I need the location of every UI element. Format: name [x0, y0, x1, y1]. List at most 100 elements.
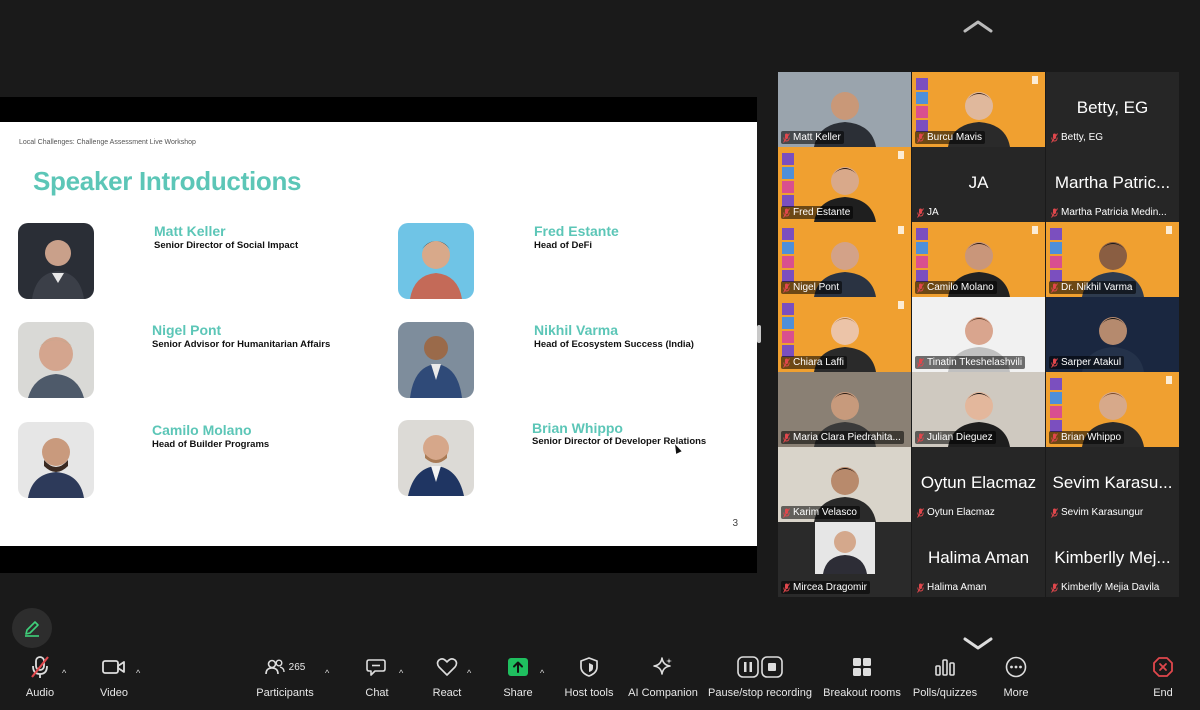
participant-tile[interactable]: Karim Velasco — [778, 447, 911, 522]
participant-tile[interactable]: Burcu Mavis — [912, 72, 1045, 147]
speaker-photo — [398, 322, 474, 398]
speaker-role: Head of Builder Programs — [152, 439, 270, 450]
participant-gallery: Matt Keller Burcu Mavis Betty, EG Betty, EG… — [778, 72, 1179, 597]
speaker-name: Nikhil Varma — [534, 322, 619, 338]
participant-tile[interactable]: Betty, EG Betty, EG — [1046, 72, 1179, 147]
participant-tile[interactable]: Sevim Karasu... Sevim Karasungur — [1046, 447, 1179, 522]
share-button[interactable]: Share — [503, 652, 533, 710]
pause-stop-recording-button[interactable]: Pause/stop recording — [708, 652, 812, 710]
participants-button[interactable]: 265 Participants — [255, 652, 315, 710]
host-tools-button[interactable]: Host tools — [563, 652, 615, 710]
microphone-muted-icon — [1051, 282, 1058, 293]
participant-tile[interactable]: Chiara Laffi — [778, 297, 911, 372]
microphone-muted-icon — [783, 507, 790, 518]
scroll-up-icon[interactable] — [962, 18, 994, 34]
react-button[interactable]: React — [432, 652, 462, 710]
participant-name-label: Dr. Nikhil Varma — [1049, 281, 1136, 294]
participant-tile[interactable]: Oytun Elacmaz Oytun Elacmaz — [912, 447, 1045, 522]
react-label: React — [432, 687, 462, 699]
host-tools-label: Host tools — [564, 687, 614, 699]
chat-label: Chat — [365, 687, 389, 699]
polls-quizzes-button[interactable]: Polls/quizzes — [912, 652, 978, 710]
participant-tile[interactable]: Sarper Atakul — [1046, 297, 1179, 372]
ai-companion-button[interactable]: AI Companion — [628, 652, 698, 710]
video-label: Video — [100, 687, 128, 699]
participant-display-name: Sevim Karasu... — [1052, 473, 1173, 492]
microphone-muted-icon — [917, 507, 924, 518]
breakout-rooms-button[interactable]: Breakout rooms — [823, 652, 901, 710]
participant-tile[interactable]: Dr. Nikhil Varma — [1046, 222, 1179, 297]
split-resize-handle[interactable] — [757, 325, 761, 343]
audio-button[interactable]: Audio — [22, 652, 58, 710]
breakout-rooms-label: Breakout rooms — [823, 687, 901, 699]
meeting-window: Local Challenges: Challenge Assessment L… — [0, 0, 1200, 710]
share-options-chevron-icon[interactable]: ^ — [540, 668, 544, 678]
participant-tile[interactable]: Nigel Pont — [778, 222, 911, 297]
speaker-photo — [18, 422, 94, 498]
participant-name-label: Fred Estante — [781, 206, 854, 219]
speaker-name: Camilo Molano — [152, 422, 252, 438]
participant-tile[interactable]: Maria Clara Piedrahita... — [778, 372, 911, 447]
chat-bubble-icon — [366, 659, 386, 676]
participant-name: Betty, EG — [1061, 132, 1104, 143]
participant-tile[interactable]: Halima Aman Halima Aman — [912, 522, 1045, 597]
participant-display-name: Kimberlly Mej... — [1054, 548, 1171, 567]
participant-tile[interactable]: Martha Patric... Martha Patricia Medin... — [1046, 147, 1179, 222]
more-button[interactable]: More — [1000, 652, 1032, 710]
microphone-muted-icon — [1051, 432, 1058, 443]
participant-tile[interactable]: Tinatin Tkeshelashvili — [912, 297, 1045, 372]
participant-name-label: Julian Dieguez — [915, 431, 996, 444]
video-camera-icon — [102, 660, 125, 674]
participant-name: Oytun Elacmaz — [927, 507, 995, 518]
microphone-muted-icon — [917, 582, 924, 593]
participant-tile[interactable]: Kimberlly Mej... Kimberlly Mejia Davila — [1046, 522, 1179, 597]
participant-tile[interactable]: Julian Dieguez — [912, 372, 1045, 447]
participant-tile[interactable]: JA JA — [912, 147, 1045, 222]
speaker-role: Head of DeFi — [534, 240, 593, 251]
ai-companion-label: AI Companion — [628, 687, 698, 699]
video-button[interactable]: Video — [96, 652, 132, 710]
participant-name: Mircea Dragomir — [793, 582, 867, 593]
participant-name-label: Burcu Mavis — [915, 131, 986, 144]
participant-name-label: Sarper Atakul — [1049, 356, 1125, 369]
participant-name: Halima Aman — [927, 582, 987, 593]
bar-chart-icon — [935, 659, 955, 676]
audio-options-chevron-icon[interactable]: ^ — [62, 668, 66, 678]
participant-name-label: Matt Keller — [781, 131, 844, 144]
participant-name-label: Betty, EG — [1049, 131, 1106, 144]
participant-name-label: Oytun Elacmaz — [915, 506, 998, 519]
participant-display-name: Betty, EG — [1076, 98, 1149, 117]
slide-title: Speaker Introductions — [33, 166, 302, 196]
participant-name: Karim Velasco — [793, 507, 857, 518]
recording-label: Pause/stop recording — [708, 687, 812, 699]
chat-options-chevron-icon[interactable]: ^ — [399, 668, 403, 678]
microphone-muted-icon — [783, 432, 790, 443]
participant-tile[interactable]: Camilo Molano — [912, 222, 1045, 297]
participant-tile[interactable]: Matt Keller — [778, 72, 911, 147]
video-options-chevron-icon[interactable]: ^ — [136, 668, 140, 678]
participant-name-label: Halima Aman — [915, 581, 989, 594]
participant-name-label: Sevim Karasungur — [1049, 506, 1146, 519]
microphone-muted-icon — [783, 357, 790, 368]
participant-name: Nigel Pont — [793, 282, 840, 293]
participants-options-chevron-icon[interactable]: ^ — [325, 668, 329, 678]
slide-page-number: 3 — [732, 518, 738, 529]
participant-tile[interactable]: Fred Estante — [778, 147, 911, 222]
speaker-name: Fred Estante — [534, 223, 619, 239]
participant-display-name: Martha Patric... — [1054, 173, 1171, 192]
annotate-button[interactable] — [12, 608, 52, 648]
participant-tile[interactable]: Mircea Dragomir — [778, 522, 911, 597]
chat-button[interactable]: Chat — [362, 652, 392, 710]
participant-name-label: Mircea Dragomir — [781, 581, 870, 594]
scroll-down-icon[interactable] — [962, 636, 994, 652]
react-options-chevron-icon[interactable]: ^ — [467, 668, 471, 678]
slide-header: Local Challenges: Challenge Assessment L… — [19, 139, 196, 146]
participant-name: Brian Whippo — [1061, 432, 1122, 443]
end-button[interactable]: End — [1148, 652, 1178, 710]
microphone-muted-icon — [1051, 357, 1058, 368]
participant-name: Chiara Laffi — [793, 357, 844, 368]
participant-tile[interactable]: Brian Whippo — [1046, 372, 1179, 447]
speaker-role: Senior Director of Social Impact — [154, 240, 299, 251]
participants-label: Participants — [256, 687, 314, 699]
participant-name-label: Chiara Laffi — [781, 356, 847, 369]
